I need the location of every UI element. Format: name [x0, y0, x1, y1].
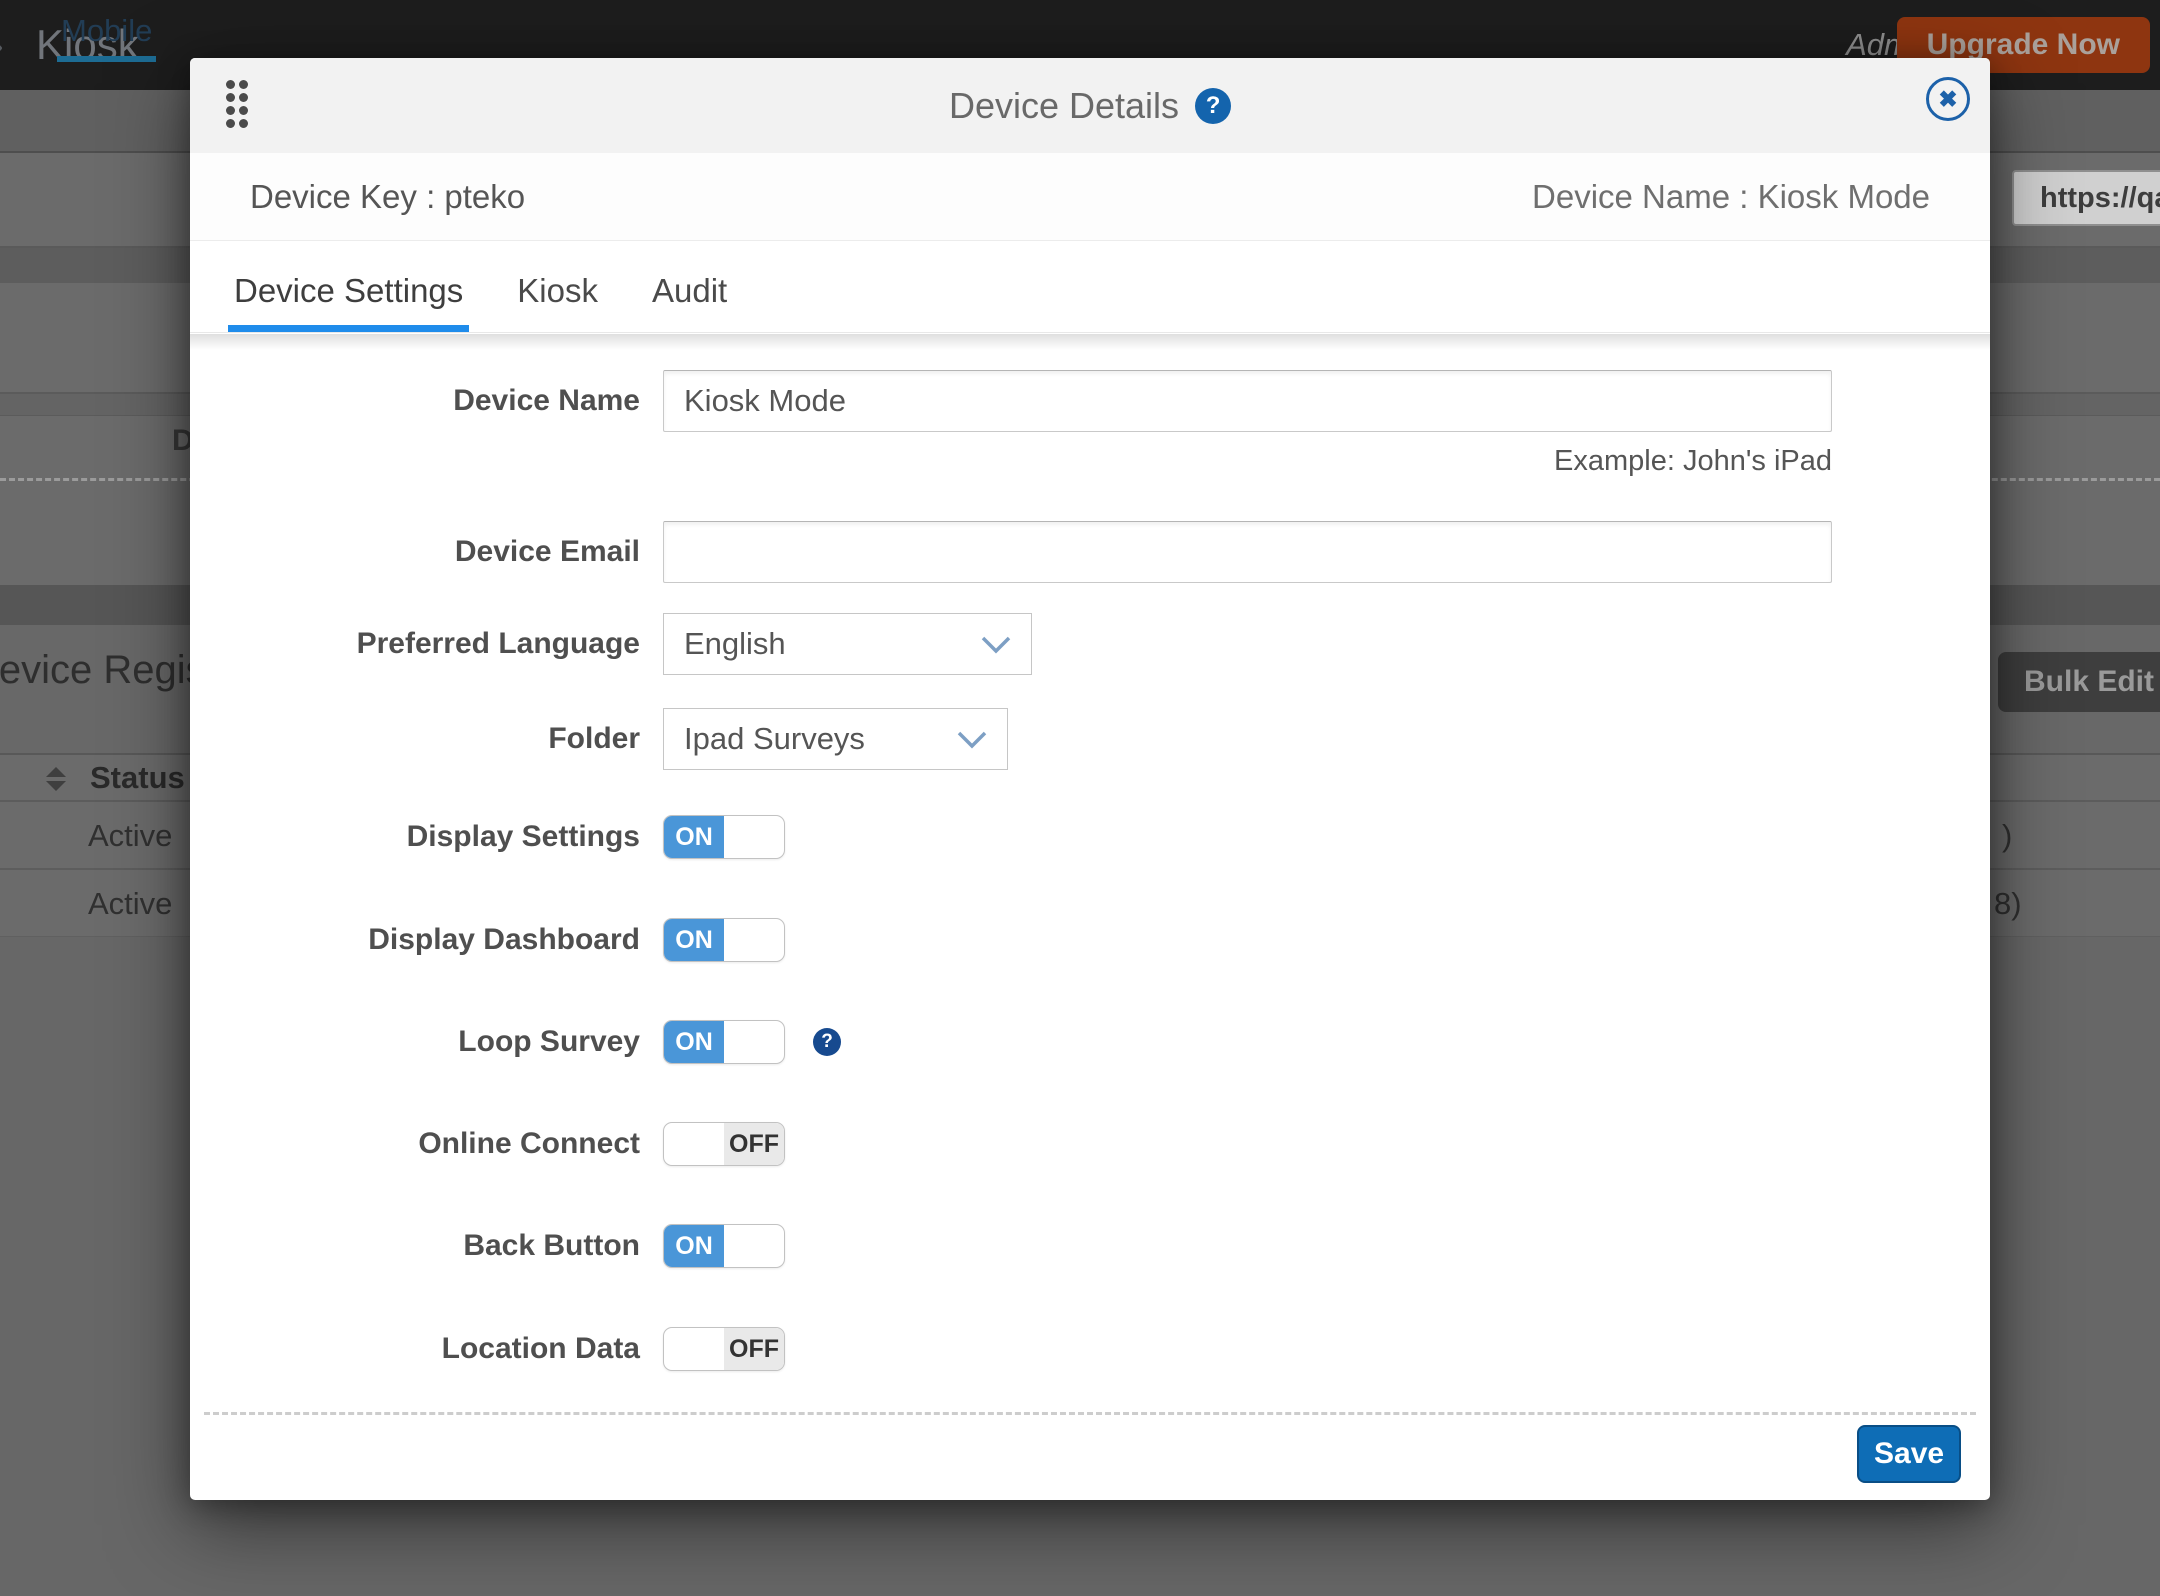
- location-data-row: Location Data OFF: [190, 1327, 1990, 1371]
- device-name-label: Device Name: [190, 384, 640, 418]
- device-key-text: Device Key : pteko: [250, 178, 525, 216]
- back-button-label: Back Button: [190, 1229, 640, 1263]
- tab-bar-shadow: [190, 334, 1990, 350]
- tab-device-settings[interactable]: Device Settings: [228, 272, 469, 332]
- loop-survey-toggle[interactable]: ON: [663, 1020, 785, 1064]
- loop-survey-row: Loop Survey ON ?: [190, 1020, 1990, 1064]
- device-key-row: Device Key : pteko Device Name : Kiosk M…: [190, 153, 1990, 241]
- loop-survey-help-icon[interactable]: ?: [813, 1028, 841, 1056]
- folder-value: Ipad Surveys: [684, 721, 865, 757]
- folder-label: Folder: [190, 722, 640, 756]
- location-data-label: Location Data: [190, 1332, 640, 1366]
- device-email-label: Device Email: [190, 535, 640, 569]
- toggle-state: ON: [664, 1225, 724, 1267]
- chevron-down-icon: [981, 626, 1011, 662]
- tab-kiosk[interactable]: Kiosk: [511, 272, 604, 332]
- sort-icon[interactable]: [46, 767, 66, 791]
- loop-survey-label: Loop Survey: [190, 1025, 640, 1059]
- display-dashboard-row: Display Dashboard ON: [190, 918, 1990, 962]
- display-settings-toggle[interactable]: ON: [663, 815, 785, 859]
- folder-select[interactable]: Ipad Surveys: [663, 708, 1008, 770]
- toggle-state: ON: [664, 919, 724, 961]
- save-button[interactable]: Save: [1857, 1425, 1961, 1483]
- back-button-row: Back Button ON: [190, 1224, 1990, 1268]
- bulk-edit-devices-button[interactable]: Bulk Edit Devices: [1998, 652, 2160, 712]
- toggle-state: OFF: [724, 1123, 784, 1165]
- tab-audit[interactable]: Audit: [646, 272, 733, 332]
- device-name-hint: Example: John's iPad: [663, 445, 1832, 478]
- back-button-toggle[interactable]: ON: [663, 1224, 785, 1268]
- status-cell: Active: [88, 886, 172, 922]
- help-icon[interactable]: ?: [1195, 88, 1231, 124]
- online-connect-toggle[interactable]: OFF: [663, 1122, 785, 1166]
- toggle-state: ON: [664, 816, 724, 858]
- online-connect-label: Online Connect: [190, 1127, 640, 1161]
- device-name-input[interactable]: [663, 370, 1832, 432]
- modal-header: Device Details ?: [190, 58, 1990, 154]
- breadcrumb-chevron-icon: ›: [0, 0, 4, 90]
- toggle-state: OFF: [724, 1328, 784, 1370]
- status-column-header[interactable]: Status: [90, 755, 185, 800]
- display-dashboard-label: Display Dashboard: [190, 923, 640, 957]
- display-settings-row: Display Settings ON: [190, 815, 1990, 859]
- device-name-row: Device Name: [190, 370, 1990, 432]
- preferred-language-select[interactable]: English: [663, 613, 1032, 675]
- modal-title: Device Details: [949, 85, 1179, 127]
- partial-cell: ): [2002, 818, 2012, 854]
- preferred-language-row: Preferred Language English: [190, 613, 1990, 675]
- status-cell: Active: [88, 818, 172, 854]
- device-details-modal: Device Details ? ✖ Device Key : pteko De…: [190, 58, 1990, 1500]
- tab-mobile[interactable]: Mobile: [57, 13, 156, 62]
- device-name-text: Device Name : Kiosk Mode: [1532, 178, 1930, 216]
- page: › Kiosk Admin Upgrade Now Mobile https:/…: [0, 0, 2160, 1596]
- device-url-input[interactable]: https://qa.: [2012, 170, 2160, 226]
- device-email-row: Device Email: [190, 521, 1990, 583]
- location-data-toggle[interactable]: OFF: [663, 1327, 785, 1371]
- online-connect-row: Online Connect OFF: [190, 1122, 1990, 1166]
- close-icon[interactable]: ✖: [1926, 77, 1970, 121]
- device-email-input[interactable]: [663, 521, 1832, 583]
- preferred-language-label: Preferred Language: [190, 627, 640, 661]
- toggle-state: ON: [664, 1021, 724, 1063]
- folder-row: Folder Ipad Surveys: [190, 708, 1990, 770]
- drag-handle-icon[interactable]: [226, 80, 248, 128]
- preferred-language-value: English: [684, 626, 786, 662]
- chevron-down-icon: [957, 721, 987, 757]
- footer-divider: [204, 1412, 1976, 1415]
- modal-tab-bar: Device Settings Kiosk Audit: [190, 241, 1990, 333]
- display-dashboard-toggle[interactable]: ON: [663, 918, 785, 962]
- partial-cell: 8): [1994, 886, 2022, 922]
- display-settings-label: Display Settings: [190, 820, 640, 854]
